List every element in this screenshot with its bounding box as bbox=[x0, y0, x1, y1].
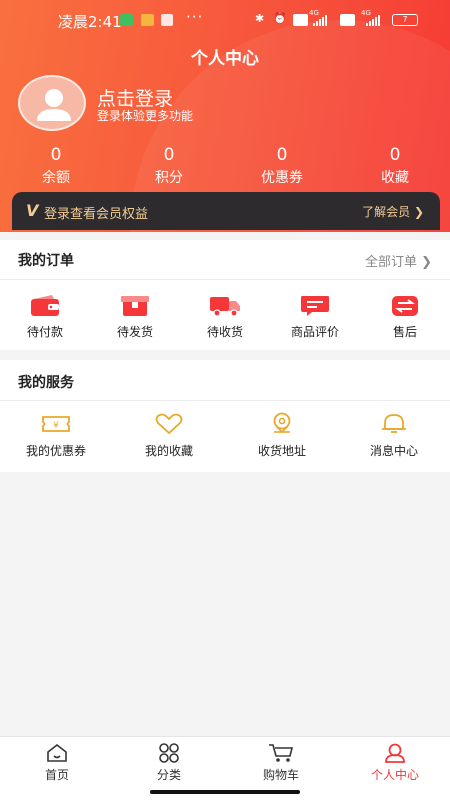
stat-value: 0 bbox=[276, 145, 288, 165]
order-item-label: 待收货 bbox=[206, 325, 243, 339]
vip-learn-more-link[interactable]: 了解会员 ❯ bbox=[362, 203, 424, 220]
service-label: 我的优惠券 bbox=[25, 444, 86, 458]
svg-text:¥: ¥ bbox=[53, 421, 59, 431]
order-pending-payment[interactable]: 待付款 bbox=[0, 295, 90, 340]
stat-label: 优惠券 bbox=[261, 170, 303, 186]
tab-label: 个人中心 bbox=[370, 768, 419, 782]
tab-cart[interactable]: 购物车 bbox=[236, 743, 326, 783]
tab-category[interactable]: 分类 bbox=[124, 743, 214, 783]
location-icon bbox=[273, 412, 291, 434]
user-icon bbox=[385, 743, 405, 763]
home-icon bbox=[47, 743, 67, 762]
service-coupons[interactable]: ¥ 我的优惠券 bbox=[11, 412, 101, 459]
service-label: 收货地址 bbox=[257, 444, 306, 458]
heart-icon bbox=[155, 413, 183, 435]
hd-icon bbox=[293, 14, 308, 26]
wallet-icon bbox=[31, 295, 59, 316]
divider bbox=[0, 400, 450, 401]
order-item-label: 待付款 bbox=[26, 325, 63, 339]
stat-coupons[interactable]: 0 优惠券 bbox=[242, 145, 322, 187]
divider bbox=[0, 279, 450, 280]
order-review[interactable]: 商品评价 bbox=[270, 295, 360, 340]
all-orders-link[interactable]: 全部订单 ❯ bbox=[365, 251, 432, 270]
exchange-icon bbox=[392, 296, 418, 316]
stat-value: 0 bbox=[50, 145, 62, 165]
service-label: 我的收藏 bbox=[144, 444, 193, 458]
download-notification-icon bbox=[120, 14, 133, 26]
cart-icon bbox=[269, 744, 294, 762]
page-title: 个人中心 bbox=[191, 49, 259, 69]
coupon-icon: ¥ bbox=[42, 416, 70, 432]
signal-icon-2 bbox=[366, 15, 380, 26]
service-messages[interactable]: 消息中心 bbox=[349, 412, 439, 459]
service-address[interactable]: 收货地址 bbox=[237, 412, 327, 459]
orders-card: 我的订单 全部订单 ❯ 待付款 待发货 待收货 商品评价 售后 bbox=[0, 240, 450, 350]
orders-title: 我的订单 bbox=[18, 253, 74, 269]
stat-points[interactable]: 0 积分 bbox=[129, 145, 209, 187]
stat-value: 0 bbox=[163, 145, 175, 165]
stat-label: 收藏 bbox=[381, 170, 409, 186]
home-indicator[interactable] bbox=[150, 790, 300, 794]
signal-icon bbox=[313, 15, 327, 26]
user-avatar-icon bbox=[37, 89, 71, 121]
tab-label: 购物车 bbox=[262, 768, 299, 782]
order-after-sales[interactable]: 售后 bbox=[360, 295, 450, 340]
status-time: 凌晨2:41 bbox=[58, 13, 122, 31]
services-card: 我的服务 ¥ 我的优惠券 我的收藏 收货地址 消息中心 bbox=[0, 360, 450, 472]
more-notifications-icon: ··· bbox=[186, 8, 204, 26]
order-item-label: 售后 bbox=[392, 325, 417, 339]
service-label: 消息中心 bbox=[369, 444, 418, 458]
avatar[interactable] bbox=[18, 75, 86, 131]
stat-value: 0 bbox=[389, 145, 401, 165]
services-title: 我的服务 bbox=[18, 375, 74, 391]
vip-text: 登录查看会员权益 bbox=[44, 207, 149, 222]
order-pending-shipment[interactable]: 待发货 bbox=[90, 295, 180, 340]
stat-favorites[interactable]: 0 收藏 bbox=[355, 145, 435, 187]
tab-label: 分类 bbox=[156, 768, 181, 782]
tab-profile[interactable]: 个人中心 bbox=[350, 743, 440, 783]
order-pending-receipt[interactable]: 待收货 bbox=[180, 295, 270, 340]
bluetooth-icon: ✱ bbox=[255, 12, 265, 25]
order-item-label: 待发货 bbox=[116, 325, 153, 339]
order-item-label: 商品评价 bbox=[290, 325, 339, 339]
bell-icon bbox=[382, 414, 406, 433]
status-bar: 凌晨2:41 ··· ✱ ⏰ 4G 4G 7 bbox=[0, 0, 450, 40]
message-notification-icon bbox=[141, 14, 154, 26]
app-notification-icon bbox=[161, 14, 173, 26]
stat-label: 余额 bbox=[42, 170, 70, 186]
battery-icon: 7 bbox=[392, 14, 418, 26]
tab-label: 首页 bbox=[44, 768, 69, 782]
truck-icon bbox=[210, 297, 240, 317]
login-subtitle: 登录体验更多功能 bbox=[97, 109, 194, 123]
package-icon bbox=[121, 296, 149, 316]
tab-home[interactable]: 首页 bbox=[12, 743, 102, 783]
stat-label: 积分 bbox=[155, 170, 183, 186]
grid-icon bbox=[159, 743, 179, 763]
vip-badge-icon: V bbox=[26, 201, 39, 220]
service-favorites[interactable]: 我的收藏 bbox=[124, 412, 214, 459]
vip-banner[interactable]: V 登录查看会员权益 了解会员 ❯ bbox=[12, 192, 440, 230]
comment-icon bbox=[301, 296, 329, 316]
hd-icon-2 bbox=[340, 14, 355, 26]
alarm-icon: ⏰ bbox=[273, 12, 287, 25]
stat-balance[interactable]: 0 余额 bbox=[16, 145, 96, 187]
